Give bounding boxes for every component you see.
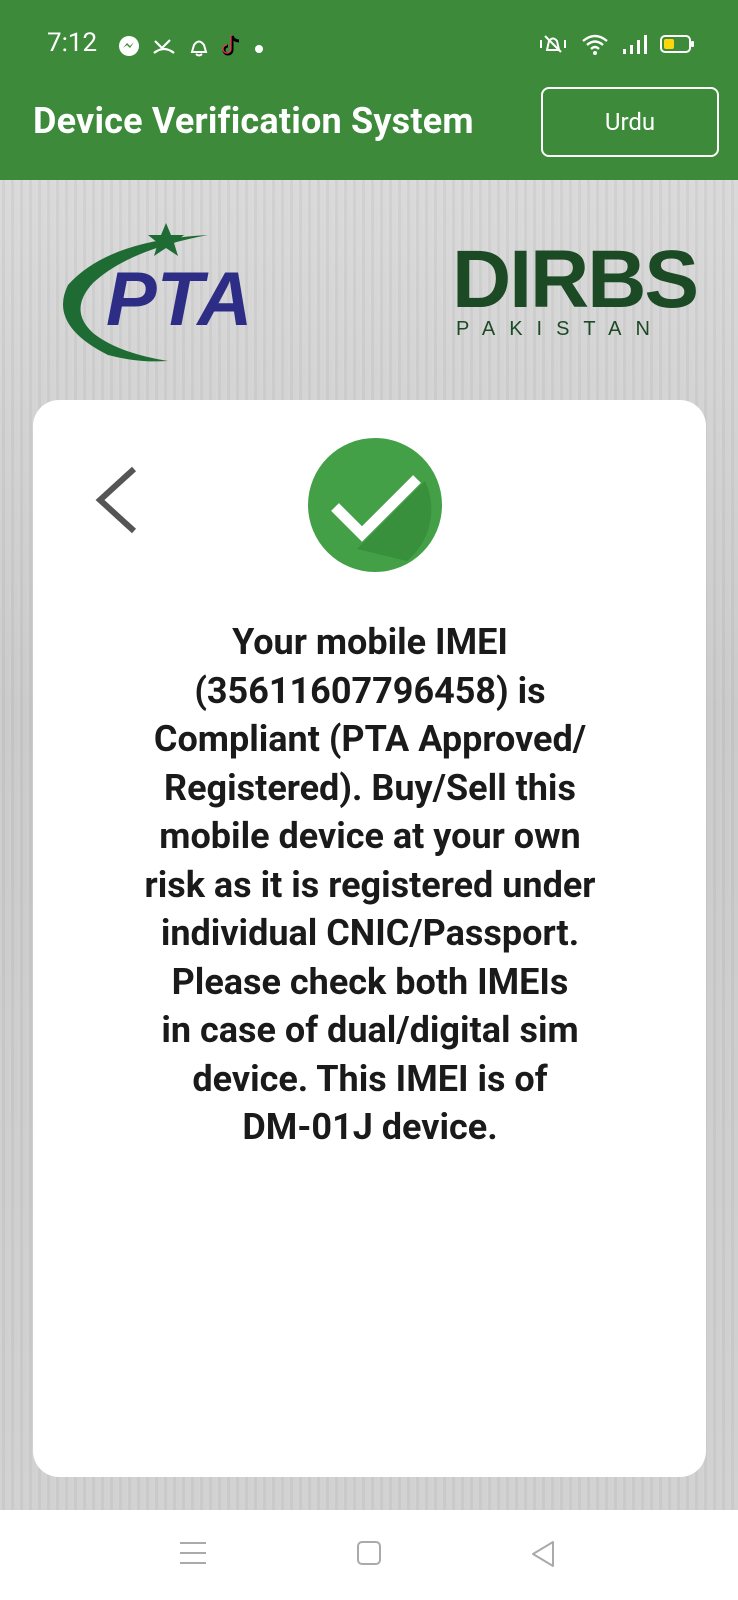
message-line: Your mobile IMEI xyxy=(232,621,508,663)
message-line: Compliant (PTA Approved/ xyxy=(153,718,587,760)
messenger-icon xyxy=(118,35,140,61)
dirbs-logo: DIRBS PAKISTAN xyxy=(452,234,699,349)
mute-vibrate-icon xyxy=(538,32,568,60)
missed-call-icon xyxy=(152,35,176,61)
message-line: Please check both IMEIs xyxy=(171,960,569,1003)
back-icon[interactable] xyxy=(530,1540,556,1572)
menu-icon[interactable] xyxy=(178,1540,208,1570)
svg-text:DIRBS: DIRBS xyxy=(452,235,697,325)
message-line: in case of dual/digital sim xyxy=(161,1009,579,1051)
message-line: risk as it is registered under xyxy=(144,863,596,906)
svg-text:PTA: PTA xyxy=(106,257,252,342)
status-bar: 7:12 xyxy=(0,0,738,90)
urdu-language-button[interactable]: Urdu xyxy=(541,87,719,157)
pta-logo: PTA xyxy=(48,215,278,369)
tiktok-icon xyxy=(222,34,242,62)
alarm-icon xyxy=(188,35,210,61)
message-line: (35611607796458) is xyxy=(194,669,546,712)
status-time: 7:12 xyxy=(47,28,98,58)
app-bar: 7:12 Device Verification System Urdu xyxy=(0,0,738,180)
logo-row: PTA DIRBS PAKISTAN xyxy=(0,205,738,375)
system-nav-bar xyxy=(0,1510,738,1600)
back-arrow-icon[interactable] xyxy=(92,465,142,539)
compliance-message: Your mobile IMEI (35611607796458) is Com… xyxy=(90,618,650,1152)
home-icon[interactable] xyxy=(356,1540,382,1570)
signal-icon xyxy=(622,33,648,59)
message-line: Registered). Buy/Sell this xyxy=(164,766,576,809)
dot-icon xyxy=(254,39,264,58)
message-line: individual CNIC/Passport. xyxy=(160,912,580,954)
check-circle-icon xyxy=(307,437,443,577)
message-line: DM-01J device. xyxy=(242,1106,498,1148)
app-title: Device Verification System xyxy=(33,100,474,142)
battery-icon xyxy=(660,33,696,59)
message-line: mobile device at your own xyxy=(159,815,581,857)
wifi-icon xyxy=(580,32,610,60)
svg-text:PAKISTAN: PAKISTAN xyxy=(456,318,664,340)
message-line: device. This IMEI is of xyxy=(192,1057,548,1100)
